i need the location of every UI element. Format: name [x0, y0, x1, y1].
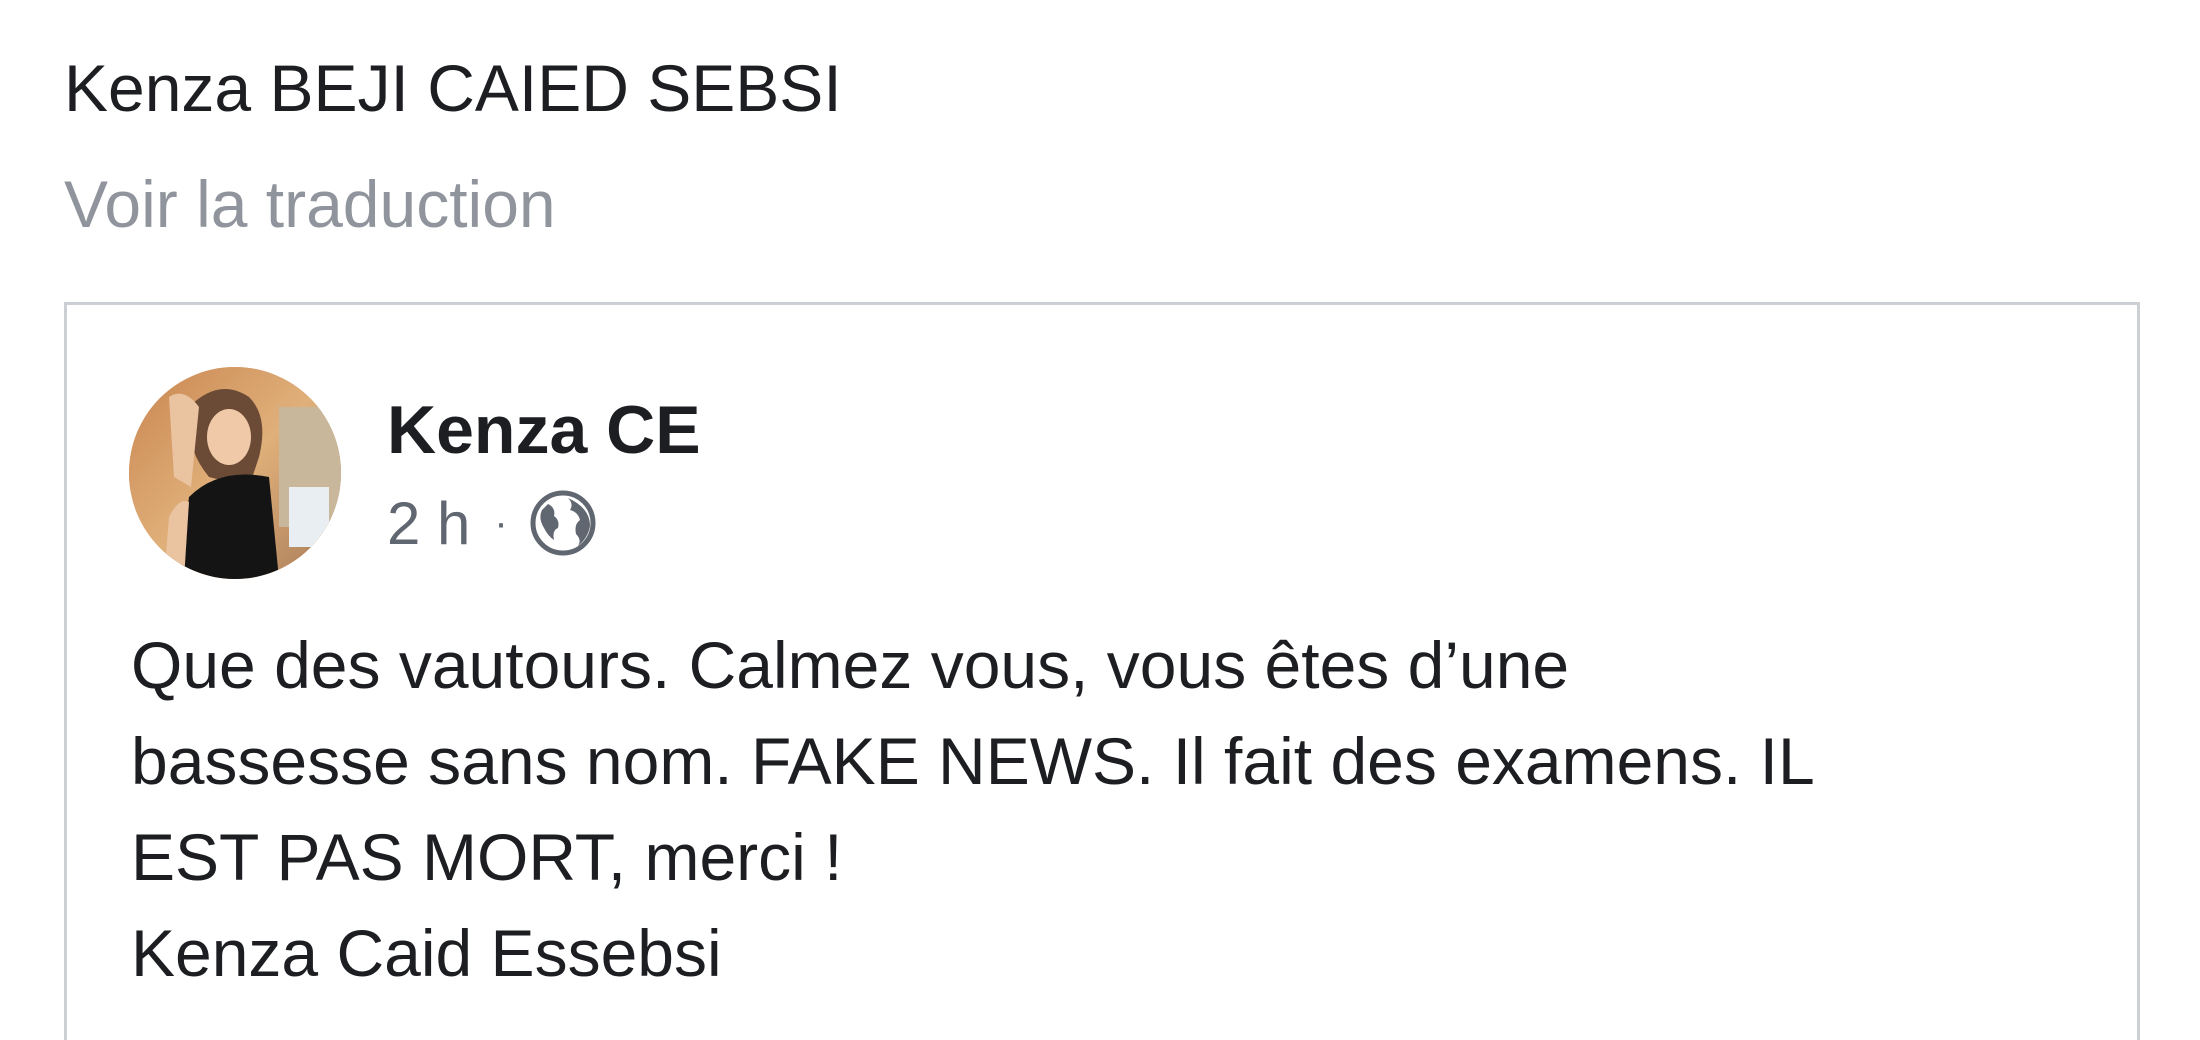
post-timestamp[interactable]: 2 h: [387, 489, 470, 558]
see-translation-link[interactable]: Voir la traduction: [64, 160, 556, 248]
post-container: Kenza BEJI CAIED SEBSI Voir la traductio…: [0, 0, 2200, 1040]
shared-post-card[interactable]: Kenza CE 2 h · Que des vautours. Calmez …: [64, 302, 2140, 1040]
meta-separator: ·: [494, 500, 508, 545]
globe-icon[interactable]: [530, 490, 596, 556]
shared-post-text: Que des vautours. Calmez vous, vous êtes…: [131, 628, 1815, 990]
avatar-photo: [129, 367, 341, 579]
shared-post-author-name[interactable]: Kenza CE: [387, 385, 701, 475]
post-meta: 2 h ·: [387, 483, 596, 563]
avatar[interactable]: [129, 367, 341, 579]
post-author-name[interactable]: Kenza BEJI CAIED SEBSI: [64, 44, 842, 132]
